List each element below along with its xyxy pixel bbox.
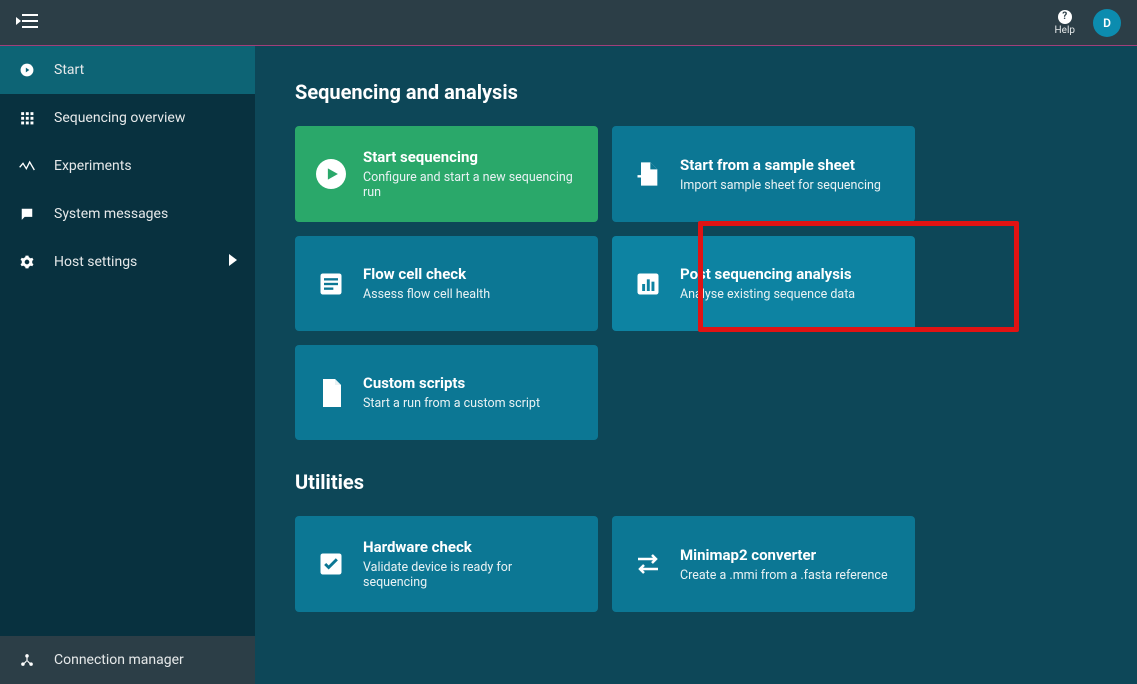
card-post-sequencing-analysis[interactable]: Post sequencing analysis Analyse existin… [612,236,915,331]
card-start-sequencing[interactable]: Start sequencing Configure and start a n… [295,126,598,222]
hub-icon [18,653,36,667]
message-icon [18,207,36,221]
bar-chart-icon [632,268,664,300]
sidebar-item-label: Sequencing overview [54,110,185,126]
help-label: Help [1055,26,1075,36]
card-hardware-check[interactable]: Hardware check Validate device is ready … [295,516,598,612]
card-title: Custom scripts [363,374,540,392]
card-subtitle: Assess flow cell health [363,287,490,302]
sidebar-item-label: Connection manager [54,652,184,668]
section-utilities: Utilities Hardware check Validate device… [295,470,1097,612]
sidebar-item-host-settings[interactable]: Host settings [0,238,255,286]
card-title: Hardware check [363,538,578,556]
section-title: Sequencing and analysis [295,80,1097,104]
card-custom-scripts[interactable]: Custom scripts Start a run from a custom… [295,345,598,440]
sidebar-item-label: Host settings [54,254,137,270]
sidebar: Start Sequencing overview Experiments [0,46,255,684]
section-title: Utilities [295,470,1097,494]
play-circle-icon [18,63,36,77]
grid-icon [18,111,36,125]
avatar[interactable]: D [1093,9,1121,37]
checklist-icon [315,268,347,300]
sidebar-item-label: System messages [54,206,168,222]
card-subtitle: Configure and start a new sequencing run [363,170,578,200]
check-box-icon [315,548,347,580]
sidebar-footer: Connection manager [0,636,255,684]
sidebar-item-label: Experiments [54,158,132,174]
sidebar-item-label: Start [54,62,84,78]
card-title: Minimap2 converter [680,546,888,564]
document-icon [315,377,347,409]
menu-toggle-icon[interactable] [16,12,38,34]
card-title: Start sequencing [363,148,578,166]
section-sequencing-analysis: Sequencing and analysis Start sequencing… [295,80,1097,440]
sidebar-item-start[interactable]: Start [0,46,255,94]
import-file-icon [632,158,664,190]
card-start-sample-sheet[interactable]: Start from a sample sheet Import sample … [612,126,915,222]
sidebar-item-connection-manager[interactable]: Connection manager [0,636,255,684]
help-button[interactable]: ? Help [1055,10,1075,36]
chevron-right-icon [229,254,237,270]
swap-icon [632,548,664,580]
topbar: ? Help D [0,0,1137,46]
card-title: Start from a sample sheet [680,156,881,174]
card-subtitle: Validate device is ready for sequencing [363,560,578,590]
help-icon: ? [1058,10,1072,24]
sidebar-nav: Start Sequencing overview Experiments [0,46,255,636]
main-content: Sequencing and analysis Start sequencing… [255,46,1137,684]
card-flow-cell-check[interactable]: Flow cell check Assess flow cell health [295,236,598,331]
play-solid-icon [315,158,347,190]
card-minimap2-converter[interactable]: Minimap2 converter Create a .mmi from a … [612,516,915,612]
card-subtitle: Start a run from a custom script [363,396,540,411]
activity-icon [18,160,36,172]
card-subtitle: Analyse existing sequence data [680,287,855,302]
avatar-initial: D [1103,16,1111,30]
sidebar-item-experiments[interactable]: Experiments [0,142,255,190]
sidebar-item-system-messages[interactable]: System messages [0,190,255,238]
card-title: Post sequencing analysis [680,265,855,283]
card-subtitle: Create a .mmi from a .fasta reference [680,568,888,583]
gear-icon [18,255,36,269]
sidebar-item-sequencing-overview[interactable]: Sequencing overview [0,94,255,142]
card-subtitle: Import sample sheet for sequencing [680,178,881,193]
card-title: Flow cell check [363,265,490,283]
